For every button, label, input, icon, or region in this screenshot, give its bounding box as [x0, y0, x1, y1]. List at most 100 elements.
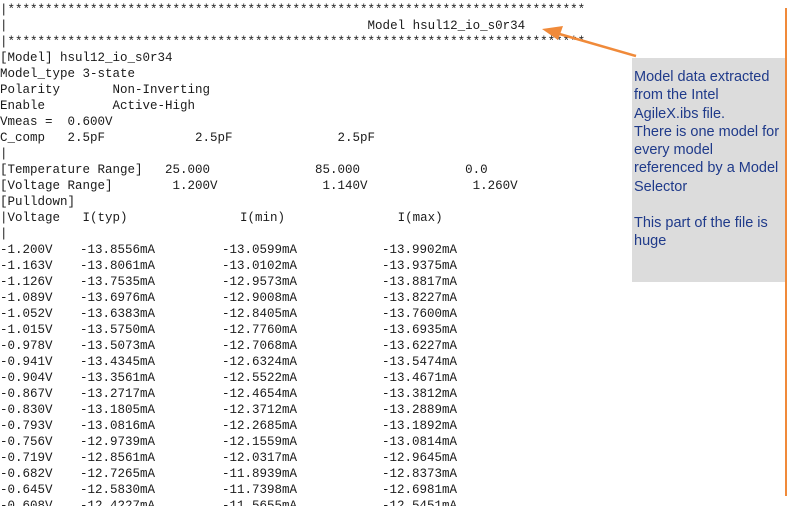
- row-voltage: -1.163V: [0, 259, 53, 273]
- row-i-min: -12.0317mA: [222, 451, 298, 465]
- table-row: -0.719V -12.8561mA -12.0317mA -12.9645mA: [0, 450, 600, 466]
- row-i-min: -13.0102mA: [222, 259, 298, 273]
- row-voltage: -1.126V: [0, 275, 53, 289]
- row-i-min: -12.6324mA: [222, 355, 298, 369]
- model-type-line: Model_type 3-state: [0, 67, 136, 81]
- row-i-min: -11.8939mA: [222, 467, 298, 481]
- row-i-min: -13.0599mA: [222, 243, 298, 257]
- row-voltage: -1.200V: [0, 243, 53, 257]
- table-header-line: |Voltage I(typ) I(min) I(max): [0, 211, 443, 225]
- row-i-max: -13.8227mA: [382, 291, 458, 305]
- c-comp-line: C_comp 2.5pF 2.5pF 2.5pF: [0, 131, 376, 145]
- row-i-typ: -13.6976mA: [80, 291, 156, 305]
- table-row: -0.830V -13.1805mA -12.3712mA -13.2889mA: [0, 402, 600, 418]
- table-row: -1.015V -13.5750mA -12.7760mA -13.6935mA: [0, 322, 600, 338]
- callout-text-2: There is one model for every model refer…: [634, 123, 780, 195]
- row-i-max: -13.3812mA: [382, 387, 458, 401]
- row-voltage: -0.904V: [0, 371, 53, 385]
- row-voltage: -0.941V: [0, 355, 53, 369]
- polarity-line: Polarity Non-Inverting: [0, 83, 211, 97]
- row-i-max: -12.5451mA: [382, 499, 458, 506]
- pulldown-keyword-line: [Pulldown]: [0, 195, 76, 209]
- row-voltage: -0.756V: [0, 435, 53, 449]
- row-i-typ: -13.5750mA: [80, 323, 156, 337]
- vmeas-line: Vmeas = 0.600V: [0, 115, 113, 129]
- stars-bottom-line: |***************************************…: [0, 35, 586, 49]
- ibis-file-listing: |***************************************…: [0, 0, 600, 506]
- table-row: -1.163V -13.8061mA -13.0102mA -13.9375mA: [0, 258, 600, 274]
- row-i-min: -12.9573mA: [222, 275, 298, 289]
- row-i-typ: -13.1805mA: [80, 403, 156, 417]
- table-row: -1.126V -13.7535mA -12.9573mA -13.8817mA: [0, 274, 600, 290]
- row-i-max: -13.9375mA: [382, 259, 458, 273]
- row-voltage: -1.089V: [0, 291, 53, 305]
- row-i-typ: -13.0816mA: [80, 419, 156, 433]
- table-row: -0.904V -13.3561mA -12.5522mA -13.4671mA: [0, 370, 600, 386]
- row-voltage: -0.793V: [0, 419, 53, 433]
- row-i-typ: -12.8561mA: [80, 451, 156, 465]
- comment-pipe-line: |: [0, 227, 8, 241]
- voltage-range-line: [Voltage Range] 1.200V 1.140V 1.260V: [0, 179, 518, 193]
- row-i-max: -13.6227mA: [382, 339, 458, 353]
- row-i-min: -12.8405mA: [222, 307, 298, 321]
- callout-text-1: Model data extracted from the Intel Agil…: [634, 69, 770, 122]
- table-row: -0.978V -13.5073mA -12.7068mA -13.6227mA: [0, 338, 600, 354]
- row-i-max: -13.9902mA: [382, 243, 458, 257]
- row-i-max: -12.9645mA: [382, 451, 458, 465]
- table-row: -0.756V -12.9739mA -12.1559mA -13.0814mA: [0, 434, 600, 450]
- enable-line: Enable Active-High: [0, 99, 196, 113]
- table-row: -1.200V -13.8556mA -13.0599mA -13.9902mA: [0, 242, 600, 258]
- callout-text-3: This part of the file is huge: [634, 215, 768, 250]
- row-i-max: -13.5474mA: [382, 355, 458, 369]
- row-i-max: -13.2889mA: [382, 403, 458, 417]
- row-voltage: -0.682V: [0, 467, 53, 481]
- row-i-typ: -13.8061mA: [80, 259, 156, 273]
- row-voltage: -0.830V: [0, 403, 53, 417]
- stars-top-line: |***************************************…: [0, 3, 586, 17]
- row-voltage: -1.015V: [0, 323, 53, 337]
- row-i-typ: -13.4345mA: [80, 355, 156, 369]
- row-i-max: -13.7600mA: [382, 307, 458, 321]
- row-i-max: -13.1892mA: [382, 419, 458, 433]
- row-i-max: -13.4671mA: [382, 371, 458, 385]
- row-voltage: -0.719V: [0, 451, 53, 465]
- row-voltage: -0.645V: [0, 483, 53, 497]
- row-i-typ: -13.3561mA: [80, 371, 156, 385]
- row-i-typ: -12.5830mA: [80, 483, 156, 497]
- row-i-max: -12.8373mA: [382, 467, 458, 481]
- row-i-min: -12.2685mA: [222, 419, 298, 433]
- row-i-min: -12.3712mA: [222, 403, 298, 417]
- row-i-max: -13.6935mA: [382, 323, 458, 337]
- comment-pipe-line: |: [0, 147, 8, 161]
- row-i-typ: -13.8556mA: [80, 243, 156, 257]
- table-row: -0.867V -13.2717mA -12.4654mA -13.3812mA: [0, 386, 600, 402]
- row-i-typ: -13.7535mA: [80, 275, 156, 289]
- row-voltage: -0.867V: [0, 387, 53, 401]
- table-row: -1.089V -13.6976mA -12.9008mA -13.8227mA: [0, 290, 600, 306]
- row-i-typ: -13.2717mA: [80, 387, 156, 401]
- callout-note: Model data extracted from the Intel Agil…: [632, 58, 786, 282]
- row-i-typ: -12.7265mA: [80, 467, 156, 481]
- row-i-min: -12.1559mA: [222, 435, 298, 449]
- row-i-min: -11.7398mA: [222, 483, 298, 497]
- row-voltage: -1.052V: [0, 307, 53, 321]
- row-i-min: -12.7760mA: [222, 323, 298, 337]
- row-voltage: -0.978V: [0, 339, 53, 353]
- row-i-typ: -12.4227mA: [80, 499, 156, 506]
- row-voltage: -0.608V: [0, 499, 53, 506]
- temperature-range-line: [Temperature Range] 25.000 85.000 0.0: [0, 163, 488, 177]
- table-row: -0.682V -12.7265mA -11.8939mA -12.8373mA: [0, 466, 600, 482]
- row-i-max: -13.0814mA: [382, 435, 458, 449]
- row-i-max: -13.8817mA: [382, 275, 458, 289]
- model-header-line: | Model hsul12_io_s0r34: [0, 19, 526, 33]
- table-row: -0.793V -13.0816mA -12.2685mA -13.1892mA: [0, 418, 600, 434]
- row-i-typ: -12.9739mA: [80, 435, 156, 449]
- row-i-typ: -13.5073mA: [80, 339, 156, 353]
- table-row: -0.645V -12.5830mA -11.7398mA -12.6981mA: [0, 482, 600, 498]
- row-i-min: -11.5655mA: [222, 499, 298, 506]
- row-i-typ: -13.6383mA: [80, 307, 156, 321]
- row-i-min: -12.5522mA: [222, 371, 298, 385]
- accent-divider-line: [785, 8, 787, 496]
- table-row: -0.608V -12.4227mA -11.5655mA -12.5451mA: [0, 498, 600, 506]
- row-i-min: -12.4654mA: [222, 387, 298, 401]
